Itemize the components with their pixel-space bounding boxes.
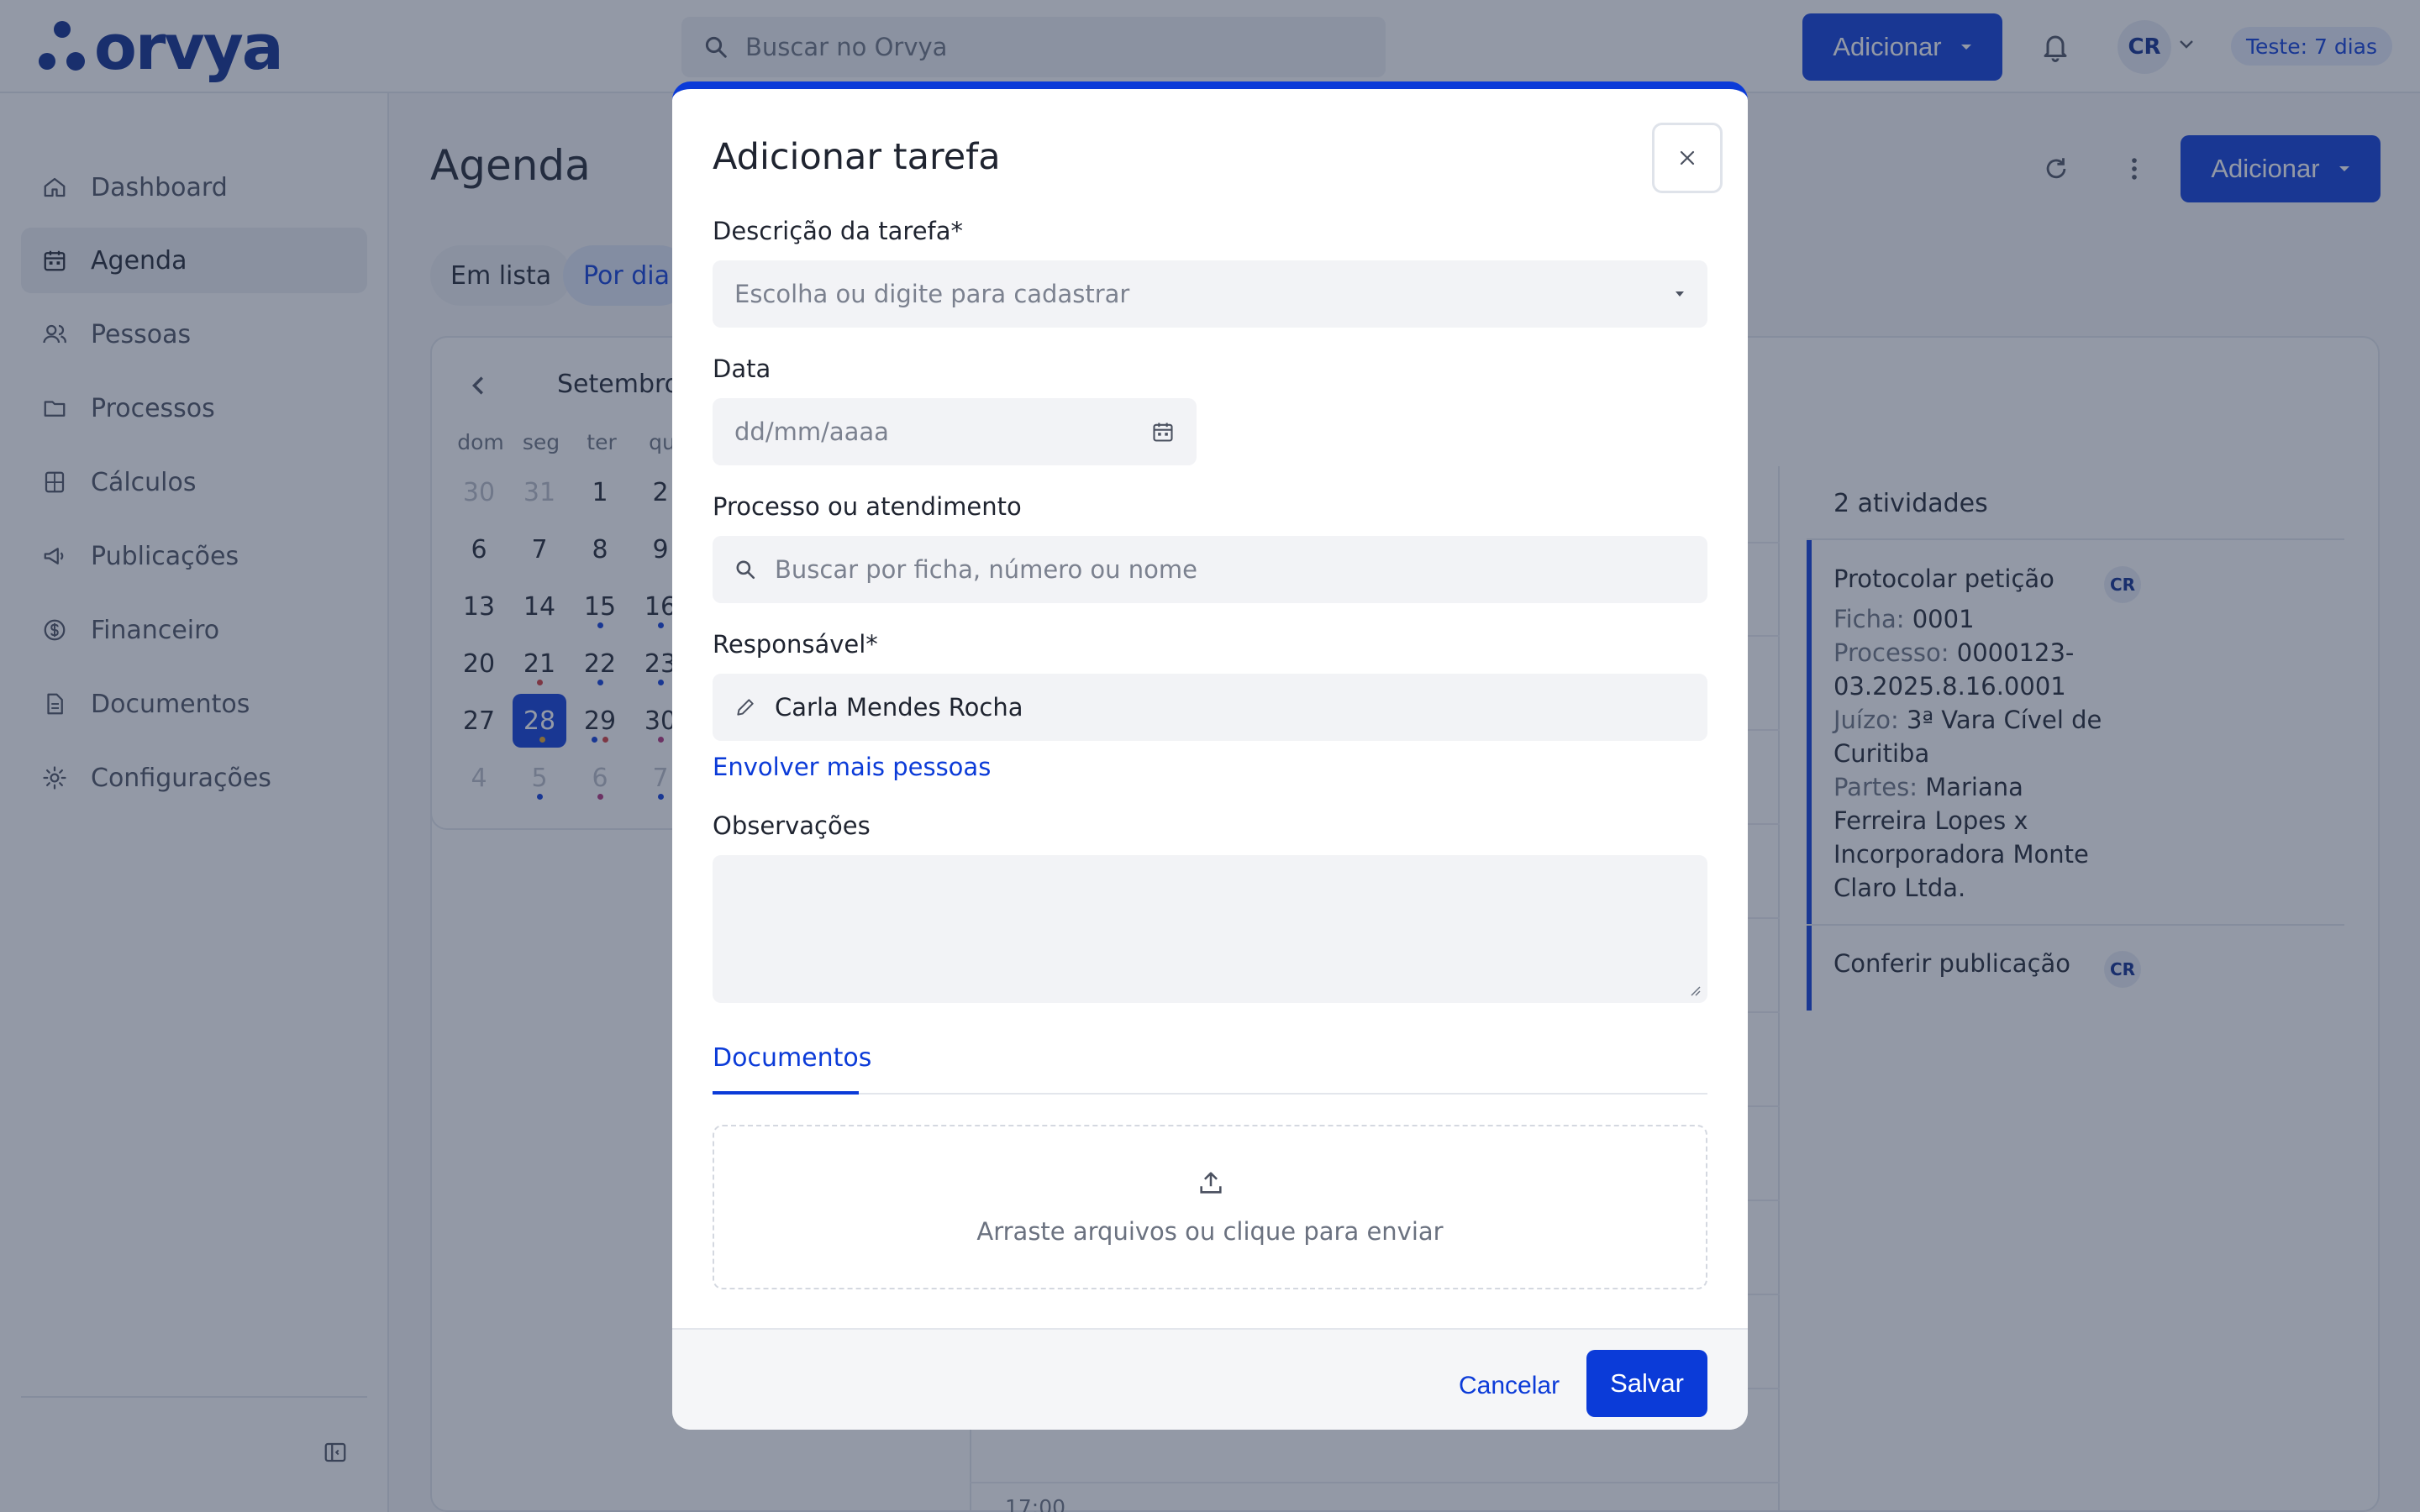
modal-title: Adicionar tarefa [713, 136, 1001, 178]
save-button[interactable]: Salvar [1586, 1350, 1707, 1417]
description-placeholder: Escolha ou digite para cadastrar [734, 280, 1130, 308]
date-label: Data [713, 354, 771, 383]
cancel-button[interactable]: Cancelar [1452, 1360, 1566, 1412]
process-label: Processo ou atendimento [713, 492, 1022, 521]
notes-textarea[interactable] [713, 855, 1707, 1003]
pencil-icon [737, 699, 754, 716]
caret-down-icon [1676, 291, 1684, 297]
responsible-label: Responsável* [713, 630, 878, 659]
add-task-modal: Adicionar tarefa Descrição da tarefa* Es… [672, 81, 1748, 1430]
file-dropzone[interactable]: Arraste arquivos ou clique para enviar [713, 1125, 1707, 1289]
responsible-field[interactable]: Carla Mendes Rocha [713, 674, 1707, 741]
notes-label: Observações [713, 811, 871, 840]
close-button[interactable] [1652, 123, 1723, 193]
tab-divider [713, 1093, 1707, 1095]
modal-footer: Cancelar Salvar [672, 1328, 1748, 1430]
search-icon [736, 560, 755, 580]
process-placeholder: Buscar por ficha, número ou nome [775, 555, 1197, 584]
active-tab-indicator [713, 1091, 859, 1095]
involve-more-people-link[interactable]: Envolver mais pessoas [713, 753, 991, 781]
dropzone-text: Arraste arquivos ou clique para enviar [976, 1217, 1444, 1246]
tab-documentos[interactable]: Documentos [713, 1043, 871, 1073]
process-search-input[interactable]: Buscar por ficha, número ou nome [713, 536, 1707, 603]
description-label: Descrição da tarefa* [713, 217, 964, 245]
close-icon [1680, 150, 1695, 165]
upload-icon [1200, 1172, 1222, 1194]
responsible-value: Carla Mendes Rocha [775, 693, 1023, 722]
date-placeholder: dd/mm/aaaa [734, 417, 889, 446]
date-input[interactable]: dd/mm/aaaa [713, 398, 1197, 465]
calendar-icon[interactable] [1151, 420, 1175, 444]
description-select[interactable]: Escolha ou digite para cadastrar [713, 260, 1707, 328]
resize-handle-icon[interactable] [1687, 983, 1701, 996]
